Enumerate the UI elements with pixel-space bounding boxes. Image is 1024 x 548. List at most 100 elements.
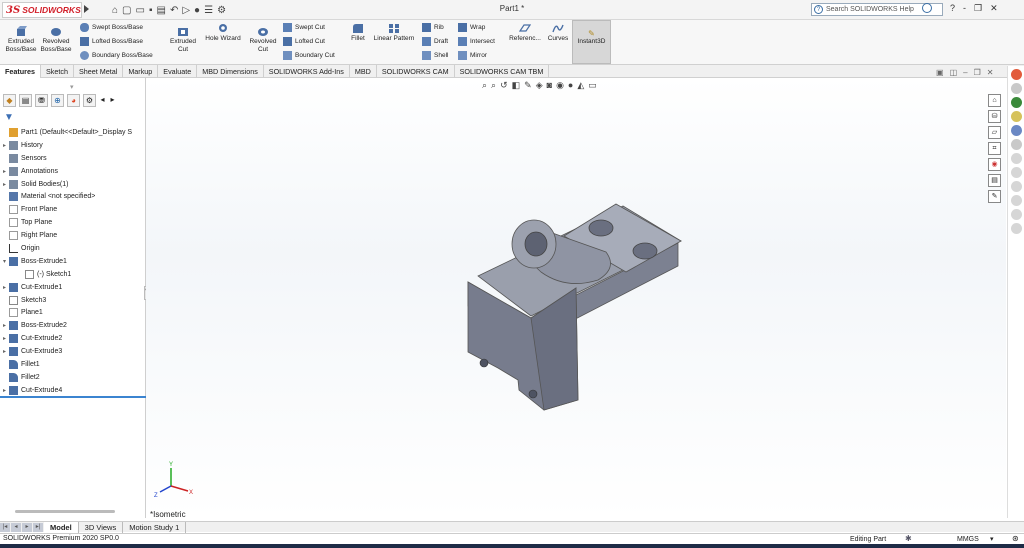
prev-tab-icon[interactable]: ◂: [11, 523, 21, 532]
panel-expand-icon[interactable]: ▾: [70, 83, 74, 91]
pan-icon[interactable]: [1010, 223, 1022, 234]
tree-node[interactable]: Top Plane: [0, 216, 146, 229]
scene-icon[interactable]: [1010, 83, 1022, 94]
tree-expand-icon[interactable]: ▸: [0, 168, 9, 175]
panel-horizontal-scrollbar[interactable]: [15, 510, 115, 513]
units-dropdown-icon[interactable]: ▾: [990, 535, 994, 543]
view-palette-icon[interactable]: ◉: [988, 158, 1001, 171]
tree-node[interactable]: Right Plane: [0, 229, 146, 242]
magnify-icon[interactable]: [1010, 195, 1022, 206]
measure-icon[interactable]: [1010, 167, 1022, 178]
tree-node[interactable]: ▸ History: [0, 139, 146, 152]
tree-expand-icon[interactable]: ▾: [0, 258, 9, 265]
tree-node[interactable]: Part1 (Default<<Default>_Display S: [0, 126, 146, 139]
tree-expand-icon[interactable]: ▸: [0, 142, 9, 149]
mirror-button[interactable]: Mirror: [458, 51, 487, 60]
part-model-view[interactable]: Y X Z: [146, 78, 1006, 518]
close-button[interactable]: ✕: [990, 3, 998, 14]
tab-solidworks-cam[interactable]: SOLIDWORKS CAM: [377, 65, 455, 78]
tree-node[interactable]: ▸ Cut-Extrude4: [0, 384, 146, 397]
units-selector[interactable]: MMGS: [957, 536, 979, 543]
shell-button[interactable]: Shell: [422, 51, 448, 60]
instant3d-button[interactable]: ✎ Instant3D: [572, 20, 611, 64]
appearances-icon[interactable]: ▤: [988, 174, 1001, 187]
tree-expand-icon[interactable]: ▸: [0, 284, 9, 291]
tree-node[interactable]: ▸ Solid Bodies(1): [0, 178, 146, 191]
design-library-icon[interactable]: ⛁: [988, 110, 1001, 123]
rotate-icon[interactable]: [1010, 209, 1022, 220]
solidworks-resources-icon[interactable]: ⌂: [988, 94, 1001, 107]
tab-3d-views[interactable]: 3D Views: [79, 522, 124, 533]
linear-pattern-button[interactable]: Linear Pattern: [370, 23, 418, 43]
custom-properties-icon[interactable]: ✎: [988, 190, 1001, 203]
search-icon[interactable]: [922, 3, 932, 13]
filter-icon[interactable]: ▼: [4, 112, 14, 123]
next-tab-icon[interactable]: ▸: [22, 523, 32, 532]
status-help-icon[interactable]: ⊛: [1012, 534, 1019, 543]
tree-expand-icon[interactable]: ▸: [0, 322, 9, 329]
tab-solidworks-cam-tbm[interactable]: SOLIDWORKS CAM TBM: [455, 65, 550, 78]
hole-wizard-button[interactable]: Hole Wizard: [202, 23, 244, 43]
appearance-icon[interactable]: [1010, 69, 1022, 80]
minimize-button[interactable]: -: [963, 3, 966, 14]
display-manager-tab-icon[interactable]: ◕: [67, 94, 80, 107]
tree-node[interactable]: Origin: [0, 242, 146, 255]
viewport-close-icon[interactable]: ✕: [987, 68, 994, 77]
tree-node[interactable]: ▸ Cut-Extrude3: [0, 345, 146, 358]
revolved-cut-button[interactable]: Revolved Cut: [247, 26, 279, 54]
draft-button[interactable]: Draft: [422, 37, 448, 46]
dimxpert-tab-icon[interactable]: ⊕: [51, 94, 64, 107]
tree-node[interactable]: Material <not specified>: [0, 190, 146, 203]
tree-node[interactable]: Plane1: [0, 306, 146, 319]
swept-cut-button[interactable]: Swept Cut: [283, 23, 325, 32]
rib-button[interactable]: Rib: [422, 23, 444, 32]
tree-expand-icon[interactable]: ▸: [0, 387, 9, 394]
split-view-icon[interactable]: ▣: [936, 68, 944, 77]
last-tab-icon[interactable]: ▸|: [33, 523, 43, 532]
tree-expand-icon[interactable]: ▸: [0, 181, 9, 188]
first-tab-icon[interactable]: |◂: [0, 523, 10, 532]
panel-scroll-right-icon[interactable]: ▸: [109, 94, 116, 107]
part-body[interactable]: [467, 203, 682, 411]
configuration-manager-tab-icon[interactable]: ⛃: [35, 94, 48, 107]
revolved-boss-button[interactable]: Revolved Boss/Base: [40, 26, 72, 54]
rebuild-status-icon[interactable]: ✱: [905, 534, 912, 543]
reference-geometry-button[interactable]: Referenc...: [507, 23, 543, 43]
lights-icon[interactable]: [1010, 111, 1022, 122]
viewport-minimize-icon[interactable]: –: [963, 68, 967, 77]
help-menu-button[interactable]: ?: [950, 3, 955, 14]
swept-boss-button[interactable]: Swept Boss/Base: [80, 23, 143, 32]
lofted-cut-button[interactable]: Lofted Cut: [283, 37, 325, 46]
viewport-restore-icon[interactable]: ❐: [974, 68, 981, 77]
tree-node[interactable]: ▸ Cut-Extrude2: [0, 332, 146, 345]
tree-node[interactable]: Sketch3: [0, 294, 146, 307]
tree-node[interactable]: ▸ Cut-Extrude1: [0, 281, 146, 294]
curves-button[interactable]: Curves: [544, 23, 572, 43]
tree-node[interactable]: ▾ Boss-Extrude1: [0, 255, 146, 268]
tab-evaluate[interactable]: Evaluate: [158, 65, 198, 78]
cameras-icon[interactable]: [1010, 125, 1022, 136]
tree-node[interactable]: Fillet2: [0, 371, 146, 384]
tab-sheet-metal[interactable]: Sheet Metal: [74, 65, 124, 78]
intersect-button[interactable]: Intersect: [458, 37, 495, 46]
file-explorer-icon[interactable]: ▱: [988, 126, 1001, 139]
fillet-button[interactable]: Fillet: [346, 23, 370, 43]
tab-sketch[interactable]: Sketch: [41, 65, 74, 78]
tree-node[interactable]: ▸ Boss-Extrude2: [0, 319, 146, 332]
boundary-cut-button[interactable]: Boundary Cut: [283, 51, 335, 60]
tree-expand-icon[interactable]: ▸: [0, 348, 9, 355]
extruded-boss-button[interactable]: Extruded Boss/Base: [5, 26, 37, 54]
tab-features[interactable]: Features: [0, 65, 41, 78]
tab-motion-study-1[interactable]: Motion Study 1: [123, 522, 187, 533]
property-manager-tab-icon[interactable]: ▤: [19, 94, 32, 107]
lofted-boss-button[interactable]: Lofted Boss/Base: [80, 37, 143, 46]
extruded-cut-button[interactable]: Extruded Cut: [166, 26, 200, 54]
rollback-bar[interactable]: [0, 396, 146, 398]
walk-through-icon[interactable]: [1010, 153, 1022, 164]
tab-markup[interactable]: Markup: [123, 65, 159, 78]
section-icon[interactable]: [1010, 181, 1022, 192]
tab-mbd[interactable]: MBD: [350, 65, 377, 78]
restore-button[interactable]: ❐: [974, 3, 982, 14]
panel-scroll-left-icon[interactable]: ◂: [99, 94, 106, 107]
tree-node[interactable]: ▸ Annotations: [0, 165, 146, 178]
